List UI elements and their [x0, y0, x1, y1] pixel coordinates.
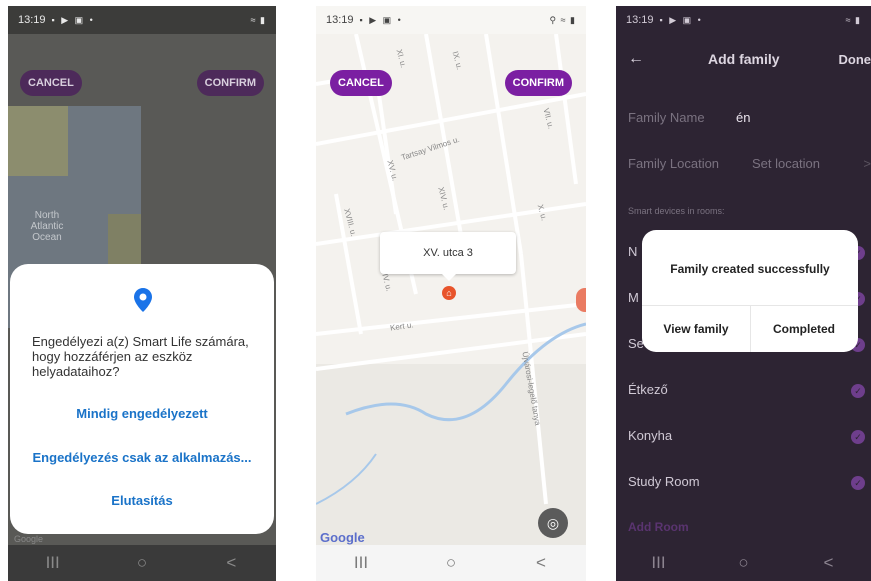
room-name: Study Room — [628, 474, 700, 489]
permission-message: Engedélyezi a(z) Smart Life számára, hog… — [32, 334, 249, 379]
google-logo: Google — [320, 530, 365, 545]
status-notification-icons: ▪ ▶ ▣ • — [51, 14, 95, 25]
done-button[interactable]: Done — [839, 52, 871, 67]
map-land — [8, 106, 68, 176]
check-icon[interactable]: ✓ — [851, 430, 865, 444]
back-arrow-icon[interactable]: ← — [616, 50, 656, 68]
status-bar: 13:19 ▪ ▶ ▣ • ⚲ ≈ ▮ — [316, 6, 586, 34]
status-time: 13:19 — [626, 14, 654, 26]
phone-location-permission: 13:19 ▪ ▶ ▣ • ≈ ▮ North Atlantic Ocean C… — [8, 6, 276, 581]
chevron-right-icon: > — [863, 156, 871, 171]
side-tab[interactable] — [576, 288, 586, 312]
allow-while-using-option[interactable]: Engedélyezés csak az alkalmazás... — [10, 450, 274, 465]
home-button[interactable]: ○ — [122, 553, 162, 573]
set-location-link[interactable]: Set location — [752, 156, 820, 171]
status-bar: 13:19 ▪ ▶ ▣ • ≈ ▮ — [616, 6, 871, 34]
status-signal-icons: ⚲ ≈ ▮ — [549, 14, 576, 25]
check-icon[interactable]: ✓ — [851, 384, 865, 398]
room-name: Étkező — [628, 382, 668, 397]
rooms-section-label: Smart devices in rooms: — [628, 206, 725, 216]
page-title: Add family — [708, 51, 780, 67]
confirm-button[interactable]: CONFIRM — [504, 70, 572, 96]
family-location-label: Family Location — [628, 156, 720, 171]
status-notification-icons: ▪ ▶ ▣ • — [659, 14, 703, 25]
room-item[interactable]: Étkező ✓ — [628, 382, 871, 402]
recents-button[interactable]: III — [341, 553, 381, 573]
room-name: M — [628, 290, 639, 305]
home-marker-icon[interactable]: ⌂ — [442, 286, 456, 300]
home-button[interactable]: ○ — [724, 553, 764, 573]
back-button[interactable]: < — [809, 553, 849, 573]
recents-button[interactable]: III — [33, 553, 73, 573]
home-button[interactable]: ○ — [431, 553, 471, 573]
system-nav-bar: III ○ < — [8, 545, 276, 581]
system-nav-bar: III ○ < — [316, 545, 586, 581]
phone-add-family: 13:19 ▪ ▶ ▣ • ≈ ▮ ← Add family Done Fami… — [616, 6, 871, 581]
back-button[interactable]: < — [211, 553, 251, 573]
app-header: ← Add family Done — [616, 44, 871, 74]
room-name: Konyha — [628, 428, 673, 443]
my-location-icon[interactable]: ◎ — [538, 508, 568, 538]
success-dialog: Family created successfully View family … — [642, 230, 858, 352]
family-location-row[interactable]: Family Location Set location > — [628, 156, 871, 171]
recents-button[interactable]: III — [639, 553, 679, 573]
status-time: 13:19 — [18, 14, 46, 26]
status-signal-icons: ≈ ▮ — [250, 14, 266, 25]
ocean-label: North Atlantic Ocean — [30, 210, 64, 243]
room-name: N — [628, 244, 638, 259]
completed-button[interactable]: Completed — [750, 322, 858, 336]
address-callout: XV. utca 3 — [380, 232, 516, 281]
deny-option[interactable]: Elutasítás — [10, 493, 274, 508]
status-time: 13:19 — [326, 14, 354, 26]
family-name-row[interactable]: Family Name én — [628, 110, 871, 125]
allow-always-option[interactable]: Mindig engedélyezett — [10, 406, 274, 421]
status-notification-icons: ▪ ▶ ▣ • — [359, 14, 403, 25]
room-item[interactable]: Study Room ✓ — [628, 474, 871, 494]
add-room-button[interactable]: Add Room — [628, 520, 689, 534]
room-item[interactable]: Konyha ✓ — [628, 428, 871, 448]
check-icon[interactable]: ✓ — [851, 476, 865, 490]
family-name-input[interactable]: én — [736, 110, 750, 125]
google-logo: Google — [8, 534, 276, 545]
cancel-button[interactable]: CANCEL — [20, 70, 82, 96]
back-button[interactable]: < — [521, 553, 561, 573]
success-message: Family created successfully — [670, 262, 830, 276]
phone-map-picker: 13:19 ▪ ▶ ▣ • ⚲ ≈ ▮ Tartsay Vilmos u. Ke… — [316, 6, 586, 581]
confirm-button[interactable]: CONFIRM — [196, 70, 264, 96]
permission-dialog: Engedélyezi a(z) Smart Life számára, hog… — [10, 264, 274, 534]
status-signal-icons: ≈ ▮ — [845, 14, 861, 25]
family-name-label: Family Name — [628, 110, 705, 125]
location-pin-icon — [134, 288, 152, 312]
view-family-button[interactable]: View family — [642, 322, 750, 336]
system-nav-bar: III ○ < — [616, 545, 871, 581]
cancel-button[interactable]: CANCEL — [330, 70, 392, 96]
status-bar: 13:19 ▪ ▶ ▣ • ≈ ▮ — [8, 6, 276, 34]
